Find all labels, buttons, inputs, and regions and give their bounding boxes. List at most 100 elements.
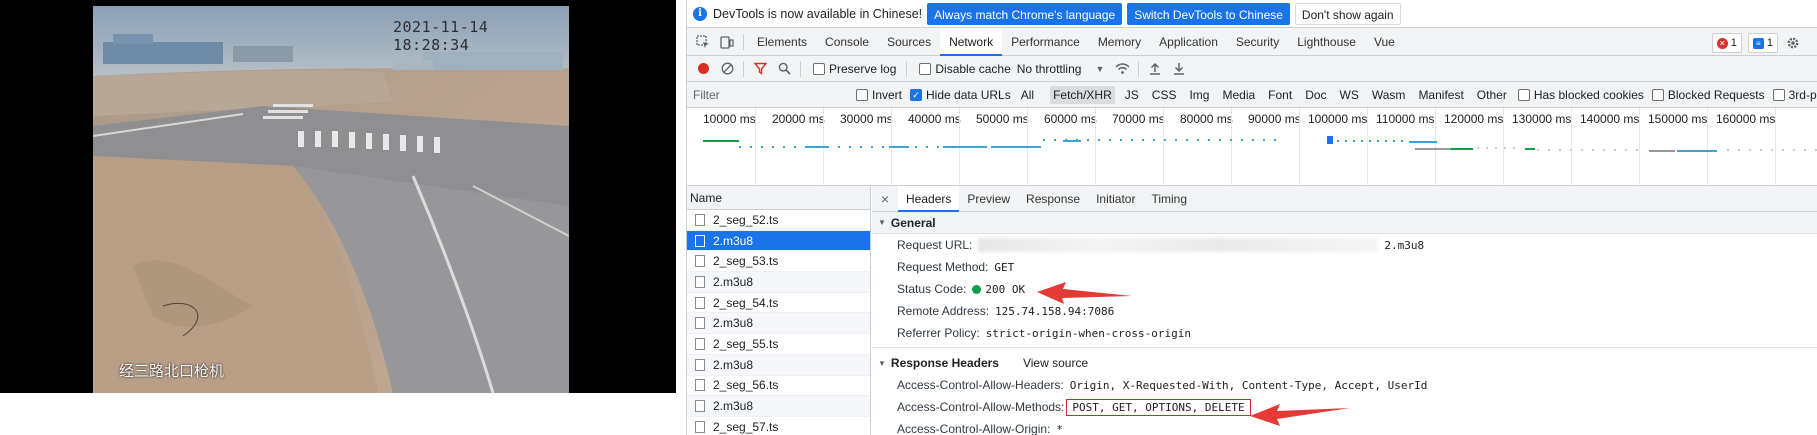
request-row[interactable]: 2.m3u8 <box>687 272 870 293</box>
error-count-badge[interactable]: ✕ 1 <box>1711 33 1742 53</box>
detail-tab-response[interactable]: Response <box>1018 186 1088 212</box>
redacted-url-blur <box>978 238 1379 252</box>
dont-show-again-button[interactable]: Don't show again <box>1294 2 1401 25</box>
video-player[interactable]: 2021-11-14 18:28:34 经三路北口枪机 <box>0 0 676 393</box>
detail-tab-headers[interactable]: Headers <box>898 186 960 212</box>
file-icon <box>695 379 705 392</box>
type-filter-all[interactable]: All <box>1018 86 1037 104</box>
request-row[interactable]: 2_seg_56.ts <box>687 376 870 397</box>
tab-security[interactable]: Security <box>1227 28 1288 56</box>
tab-network[interactable]: Network <box>940 27 1003 56</box>
detail-tab-preview[interactable]: Preview <box>959 186 1018 212</box>
status-code-row: Status Code: 200 OK <box>872 278 1817 300</box>
file-icon <box>695 420 705 433</box>
always-match-language-button[interactable]: Always match Chrome's language <box>927 2 1123 25</box>
file-icon <box>695 213 705 226</box>
file-icon <box>695 234 705 247</box>
request-row-selected[interactable]: 2.m3u8 <box>687 230 870 252</box>
record-button[interactable] <box>691 58 715 80</box>
request-row[interactable]: 2_seg_57.ts <box>687 417 870 435</box>
import-har-button[interactable] <box>1143 58 1167 80</box>
request-row[interactable]: 2_seg_53.ts <box>687 251 870 273</box>
request-list: Name 2_seg_52.ts 2.m3u8 2_seg_53.ts 2.m3… <box>687 186 871 435</box>
view-source-link[interactable]: View source <box>1023 356 1088 370</box>
hide-data-urls-checkbox[interactable]: ✓ Hide data URLs <box>910 88 1011 102</box>
inspect-element-icon[interactable] <box>691 30 715 54</box>
allow-headers-label: Access-Control-Allow-Headers: <box>897 378 1064 392</box>
type-filter-img[interactable]: Img <box>1186 86 1212 104</box>
hide-data-urls-label: Hide data URLs <box>926 87 1011 102</box>
clear-button[interactable] <box>715 58 739 80</box>
record-icon <box>697 63 709 74</box>
tab-vue[interactable]: Vue <box>1365 28 1404 56</box>
type-filter-manifest[interactable]: Manifest <box>1415 86 1466 104</box>
third-party-requests-checkbox[interactable]: 3rd-party req <box>1772 88 1817 102</box>
detail-tab-timing[interactable]: Timing <box>1143 186 1195 212</box>
tab-memory[interactable]: Memory <box>1089 28 1150 56</box>
tab-console[interactable]: Console <box>816 28 878 56</box>
checkbox-box <box>856 88 868 101</box>
type-filter-media[interactable]: Media <box>1219 86 1258 104</box>
request-name: 2.m3u8 <box>713 357 754 372</box>
filter-input[interactable] <box>689 84 848 105</box>
request-row[interactable]: 2.m3u8 <box>687 354 870 376</box>
response-headers-section-toggle[interactable]: ▼ Response Headers View source <box>872 352 1817 374</box>
filter-toggle-button[interactable] <box>748 58 772 80</box>
type-filter-fetch-xhr[interactable]: Fetch/XHR <box>1050 85 1115 104</box>
type-filter-doc[interactable]: Doc <box>1302 86 1329 104</box>
tab-sources[interactable]: Sources <box>878 28 940 56</box>
infobar-message: DevTools is now available in Chinese! <box>713 6 923 21</box>
allow-origin-label: Access-Control-Allow-Origin: <box>897 422 1051 435</box>
request-name: 2_seg_57.ts <box>713 419 779 434</box>
request-row[interactable]: 2.m3u8 <box>687 396 870 417</box>
allow-origin-row: Access-Control-Allow-Origin: * <box>872 418 1817 435</box>
request-row[interactable]: 2.m3u8 <box>687 313 870 335</box>
file-icon <box>695 275 705 288</box>
type-filter-ws[interactable]: WS <box>1337 86 1362 104</box>
detail-tab-initiator[interactable]: Initiator <box>1088 186 1143 212</box>
devtools-panel: i DevTools is now available in Chinese! … <box>686 0 1817 435</box>
type-filter-js[interactable]: JS <box>1122 86 1142 104</box>
request-row[interactable]: 2_seg_52.ts <box>687 210 870 231</box>
search-button[interactable] <box>772 58 796 80</box>
tab-separator <box>743 33 744 50</box>
type-filter-css[interactable]: CSS <box>1149 86 1180 104</box>
settings-gear-icon[interactable] <box>1784 31 1802 55</box>
triangle-down-icon: ▼ <box>878 358 886 368</box>
toolbar-separator <box>1138 60 1140 77</box>
type-filter-wasm[interactable]: Wasm <box>1369 86 1409 104</box>
request-url-row: Request URL: 2.m3u8 <box>872 234 1817 256</box>
section-divider <box>872 347 1817 348</box>
message-count-badge[interactable]: ≡ 1 <box>1747 33 1778 53</box>
request-row[interactable]: 2_seg_55.ts <box>687 334 870 355</box>
remote-address-value: 125.74.158.94:7086 <box>995 304 1115 318</box>
disable-cache-label: Disable cache <box>935 61 1011 76</box>
info-icon: i <box>693 6 707 21</box>
type-filter-font[interactable]: Font <box>1265 86 1295 104</box>
disable-cache-checkbox[interactable]: Disable cache <box>919 61 1011 76</box>
network-conditions-button[interactable] <box>1110 58 1134 80</box>
tab-performance[interactable]: Performance <box>1002 28 1089 56</box>
switch-to-chinese-button[interactable]: Switch DevTools to Chinese <box>1127 2 1290 25</box>
checkbox-box <box>919 62 932 75</box>
type-filter-other[interactable]: Other <box>1474 86 1510 104</box>
device-toolbar-icon[interactable] <box>715 30 739 54</box>
has-blocked-cookies-label: Has blocked cookies <box>1533 87 1644 102</box>
remote-address-label: Remote Address: <box>897 304 990 318</box>
name-column-header[interactable]: Name <box>687 186 870 210</box>
tab-elements[interactable]: Elements <box>748 28 816 56</box>
general-section-toggle[interactable]: ▼ General <box>872 212 1817 234</box>
preserve-log-checkbox[interactable]: Preserve log <box>813 62 896 76</box>
tab-application[interactable]: Application <box>1150 28 1227 56</box>
tab-lighthouse[interactable]: Lighthouse <box>1288 28 1365 56</box>
close-icon[interactable]: × <box>876 191 894 207</box>
blocked-requests-checkbox[interactable]: Blocked Requests <box>1651 88 1765 102</box>
search-icon <box>778 62 791 75</box>
throttling-select[interactable]: No throttling ▼ <box>1017 62 1105 76</box>
invert-checkbox[interactable]: Invert <box>856 88 902 102</box>
chevron-down-icon: ▼ <box>1095 63 1105 74</box>
network-overview-timeline[interactable]: 10000 ms 20000 ms 30000 ms 40000 ms 5000… <box>687 108 1817 186</box>
request-row[interactable]: 2_seg_54.ts <box>687 293 870 314</box>
export-har-button[interactable] <box>1167 58 1191 80</box>
has-blocked-cookies-checkbox[interactable]: Has blocked cookies <box>1517 87 1644 102</box>
